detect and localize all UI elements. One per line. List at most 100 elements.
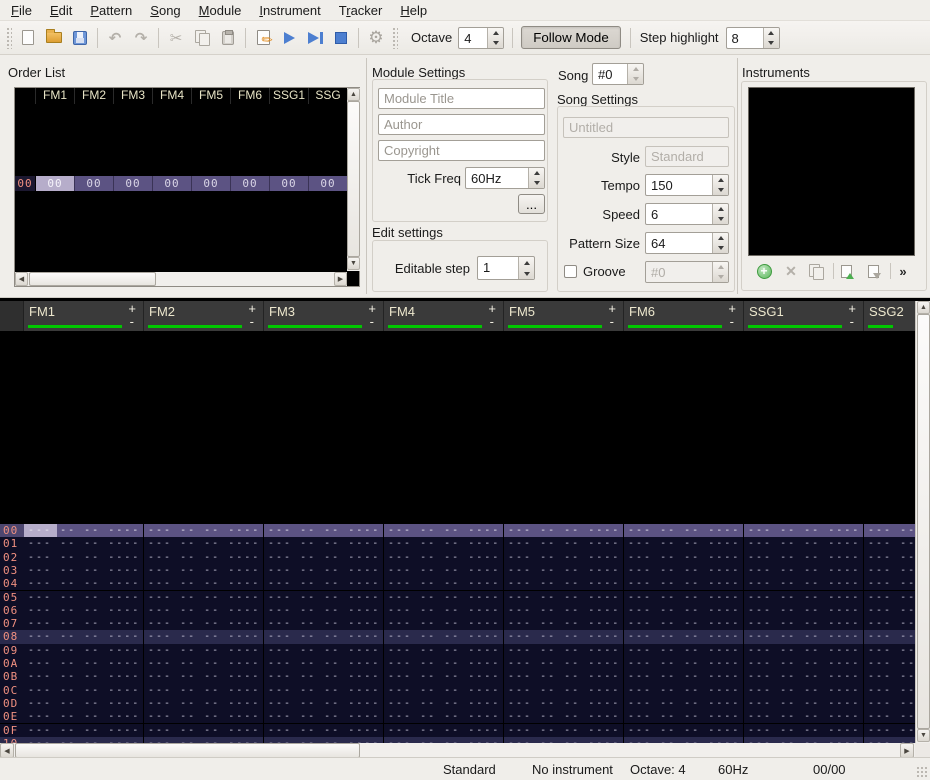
pattern-cell[interactable]: --- -- -- ---- [264,710,384,723]
pattern-cell[interactable]: --- -- -- ---- [624,564,744,577]
play-from-start-button[interactable] [303,26,327,50]
instrument-list[interactable] [748,87,915,256]
channel-header-fm5[interactable]: FM5+- [504,301,624,331]
pattern-cell[interactable]: --- -- -- ---- [504,670,624,683]
tempo-spinner[interactable]: 150 [645,174,729,196]
editable-step-spin-buttons[interactable] [518,257,534,279]
pattern-cell[interactable]: --- -- -- ---- [144,524,264,537]
order-cell[interactable]: 00 [309,176,348,191]
channel-header-fm2[interactable]: FM2+- [144,301,264,331]
copyright-input[interactable]: Copyright [378,140,545,161]
pattern-cell[interactable]: --- -- -- ---- [144,617,264,630]
pattern-cell[interactable]: --- -- -- ---- [24,564,144,577]
pattern-cell[interactable]: --- -- -- ---- [624,710,744,723]
pattern-cell[interactable]: --- -- -- ---- [264,591,384,604]
scroll-handle[interactable] [917,314,930,729]
channel-shrink-button[interactable]: - [850,314,854,329]
scroll-up-arrow[interactable]: ▲ [347,88,360,101]
pattern-row[interactable]: 07--- -- -- ------- -- -- ------- -- -- … [0,617,915,630]
tempo-spin-buttons[interactable] [712,175,728,195]
pattern-cell[interactable]: --- -- -- ---- [384,617,504,630]
step-highlight-spin-buttons[interactable] [763,28,779,48]
pattern-row[interactable]: 09--- -- -- ------- -- -- ------- -- -- … [0,644,915,657]
undo-button[interactable]: ↶ [103,26,127,50]
pattern-size-spinner[interactable]: 64 [645,232,729,254]
pattern-cell[interactable]: --- -- -- ---- [504,710,624,723]
pattern-cell[interactable]: --- -- -- ---- [264,537,384,550]
pattern-cell[interactable]: --- -- -- ---- [264,670,384,683]
pattern-cell[interactable]: --- -- -- ---- [504,724,624,737]
pattern-cell[interactable]: --- -- -- ---- [384,604,504,617]
pattern-size-value[interactable]: 64 [646,233,712,253]
toolbar-grip[interactable] [392,27,398,49]
pattern-cell[interactable]: --- -- -- ---- [744,564,864,577]
tick-freq-value[interactable]: 60Hz [466,168,528,188]
pattern-cell[interactable]: --- -- -- ---- [864,564,915,577]
pattern-cell[interactable]: --- -- -- ---- [144,724,264,737]
pattern-cell[interactable]: --- -- -- ---- [264,724,384,737]
pattern-editor[interactable]: FM1+-FM2+-FM3+-FM4+-FM5+-FM6+-SSG1+-SSG2… [0,297,930,757]
pattern-cell[interactable]: --- -- -- ---- [384,524,504,537]
pattern-cell[interactable]: --- -- -- ---- [24,524,144,537]
editable-step-value[interactable]: 1 [478,257,518,279]
pattern-cell[interactable]: --- -- -- ---- [744,684,864,697]
pattern-cell[interactable]: --- -- -- ---- [864,684,915,697]
pattern-row[interactable]: 0E--- -- -- ------- -- -- ------- -- -- … [0,710,915,723]
step-highlight-value[interactable]: 8 [727,28,763,48]
menu-file[interactable]: File [2,1,41,20]
speed-spinner[interactable]: 6 [645,203,729,225]
order-cell[interactable]: 00 [192,176,231,191]
step-highlight-spinner[interactable]: 8 [726,27,780,49]
pattern-cell[interactable]: --- -- -- ---- [624,630,744,643]
follow-mode-button[interactable]: Follow Mode [521,26,621,49]
pattern-cell[interactable]: --- -- -- ---- [264,604,384,617]
pattern-cell[interactable]: --- -- -- ---- [504,630,624,643]
pattern-cell[interactable]: --- -- -- ---- [384,710,504,723]
pattern-cell[interactable]: --- -- -- ---- [24,670,144,683]
order-cell[interactable]: 00 [75,176,114,191]
pattern-cell[interactable]: --- -- -- ---- [384,684,504,697]
pattern-cell[interactable]: --- -- -- ---- [744,630,864,643]
channel-shrink-button[interactable]: - [250,314,254,329]
pattern-cell[interactable]: --- -- -- ---- [264,617,384,630]
pattern-cell[interactable]: --- -- -- ---- [144,551,264,564]
order-cell[interactable]: 00 [36,176,75,191]
pattern-cell[interactable]: --- -- -- ---- [144,657,264,670]
pattern-cell[interactable]: --- -- -- ---- [504,537,624,550]
song-number-spinner[interactable]: #0 [592,63,644,85]
pattern-cell[interactable]: --- -- -- ---- [744,644,864,657]
scroll-right-arrow[interactable]: ▶ [334,272,347,286]
pattern-cell[interactable]: --- -- -- ---- [864,617,915,630]
load-instrument-button[interactable] [836,262,856,280]
pattern-row[interactable]: 05--- -- -- ------- -- -- ------- -- -- … [0,591,915,604]
pattern-cell[interactable]: --- -- -- ---- [144,697,264,710]
pattern-cell[interactable]: --- -- -- ---- [504,524,624,537]
speed-spin-buttons[interactable] [712,204,728,224]
pattern-row[interactable]: 04--- -- -- ------- -- -- ------- -- -- … [0,577,915,590]
save-file-button[interactable] [68,26,92,50]
channel-header-fm3[interactable]: FM3+- [264,301,384,331]
pattern-row[interactable]: 0B--- -- -- ------- -- -- ------- -- -- … [0,670,915,683]
pattern-cell[interactable]: --- -- -- ---- [624,577,744,590]
pattern-cell[interactable]: --- -- -- ---- [624,551,744,564]
pattern-cell[interactable]: --- -- -- ---- [24,604,144,617]
pattern-cell[interactable]: --- -- -- ---- [744,697,864,710]
pattern-cell[interactable]: --- -- -- ---- [864,551,915,564]
pattern-cell[interactable]: --- -- -- ---- [624,617,744,630]
new-file-button[interactable] [16,26,40,50]
pattern-cell[interactable]: --- -- -- ---- [384,644,504,657]
pattern-cell[interactable]: --- -- -- ---- [744,537,864,550]
octave-spin-buttons[interactable] [487,28,503,48]
add-instrument-button[interactable]: + [754,262,774,280]
pattern-cell[interactable]: --- -- -- ---- [624,524,744,537]
order-list-row[interactable]: 000000000000000000 [15,176,348,191]
pattern-cell[interactable]: --- -- -- ---- [264,684,384,697]
resize-grip[interactable] [916,766,928,778]
channel-shrink-button[interactable]: - [490,314,494,329]
toolbar-grip[interactable] [6,27,12,49]
pattern-cell[interactable]: --- -- -- ---- [384,591,504,604]
pattern-cell[interactable]: --- -- -- ---- [744,524,864,537]
pattern-cell[interactable]: --- -- -- ---- [864,591,915,604]
order-cell[interactable]: 00 [270,176,309,191]
pattern-cell[interactable]: --- -- -- ---- [504,684,624,697]
